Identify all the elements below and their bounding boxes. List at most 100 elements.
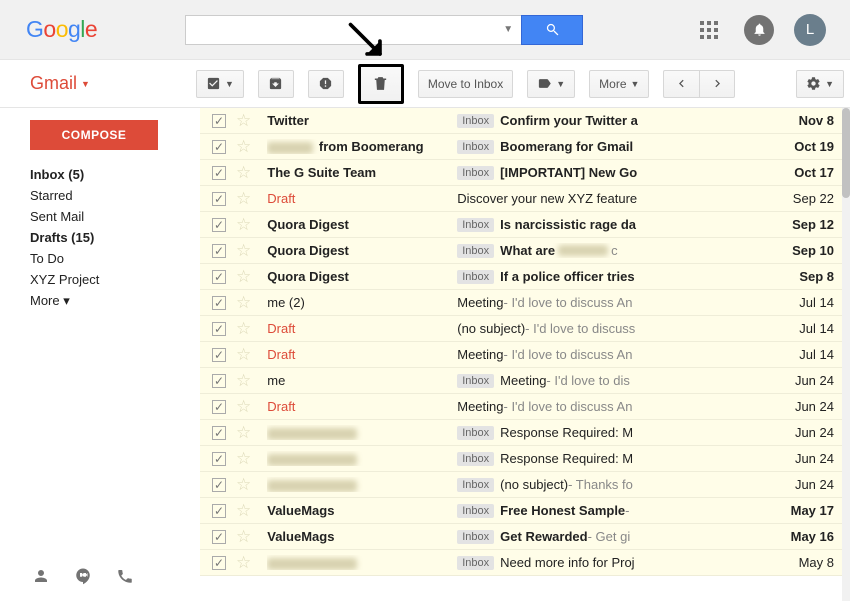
mail-row[interactable]: ✓☆InboxNeed more info for ProjMay 8 bbox=[200, 550, 850, 576]
phone-icon[interactable] bbox=[116, 567, 134, 585]
star-icon[interactable]: ☆ bbox=[236, 397, 251, 417]
row-checkbox[interactable]: ✓ bbox=[212, 270, 226, 284]
row-checkbox[interactable]: ✓ bbox=[212, 192, 226, 206]
star-icon[interactable]: ☆ bbox=[236, 501, 251, 521]
row-checkbox[interactable]: ✓ bbox=[212, 556, 226, 570]
star-icon[interactable]: ☆ bbox=[236, 553, 251, 573]
mail-row[interactable]: ✓☆DraftDiscover your new XYZ featureSep … bbox=[200, 186, 850, 212]
star-icon[interactable]: ☆ bbox=[236, 163, 251, 183]
star-icon[interactable]: ☆ bbox=[236, 137, 251, 157]
sidebar-item-2[interactable]: Sent Mail bbox=[30, 206, 200, 227]
star-icon[interactable]: ☆ bbox=[236, 293, 251, 313]
mail-row[interactable]: ✓☆TwitterInboxConfirm your Twitter aNov … bbox=[200, 108, 850, 134]
mail-row[interactable]: ✓☆ValueMagsInboxFree Honest Sample -May … bbox=[200, 498, 850, 524]
row-checkbox[interactable]: ✓ bbox=[212, 140, 226, 154]
mail-row[interactable]: ✓☆DraftMeeting - I'd love to discuss AnJ… bbox=[200, 394, 850, 420]
mail-row[interactable]: ✓☆Inbox(no subject) - Thanks foJun 24 bbox=[200, 472, 850, 498]
row-sender: me (2) bbox=[267, 295, 457, 310]
row-checkbox[interactable]: ✓ bbox=[212, 296, 226, 310]
settings-button[interactable]: ▼ bbox=[796, 70, 844, 98]
person-icon[interactable] bbox=[32, 567, 50, 585]
mail-row[interactable]: ✓☆InboxResponse Required: MJun 24 bbox=[200, 420, 850, 446]
more-label: More bbox=[599, 77, 626, 91]
compose-button[interactable]: COMPOSE bbox=[30, 120, 158, 150]
row-checkbox[interactable]: ✓ bbox=[212, 348, 226, 362]
report-spam-button[interactable] bbox=[308, 70, 344, 98]
newer-button[interactable] bbox=[663, 70, 699, 98]
row-sender bbox=[267, 451, 457, 466]
scrollbar-thumb[interactable] bbox=[842, 108, 850, 198]
star-icon[interactable]: ☆ bbox=[236, 241, 251, 261]
star-icon[interactable]: ☆ bbox=[236, 267, 251, 287]
star-icon[interactable]: ☆ bbox=[236, 111, 251, 131]
star-icon[interactable]: ☆ bbox=[236, 345, 251, 365]
row-checkbox[interactable]: ✓ bbox=[212, 244, 226, 258]
search-wrap: ▼ bbox=[185, 15, 583, 45]
apps-icon[interactable] bbox=[700, 21, 718, 39]
scrollbar-track[interactable] bbox=[842, 108, 850, 601]
mail-row[interactable]: ✓☆Quora DigestInboxWhat are cSep 10 bbox=[200, 238, 850, 264]
mail-row[interactable]: ✓☆me (2)Meeting - I'd love to discuss An… bbox=[200, 290, 850, 316]
star-icon[interactable]: ☆ bbox=[236, 449, 251, 469]
row-subject-wrap: Discover your new XYZ feature bbox=[457, 191, 784, 206]
sidebar-item-1[interactable]: Starred bbox=[30, 185, 200, 206]
row-checkbox[interactable]: ✓ bbox=[212, 114, 226, 128]
google-logo[interactable]: Google bbox=[26, 16, 97, 43]
star-icon[interactable]: ☆ bbox=[236, 423, 251, 443]
star-icon[interactable]: ☆ bbox=[236, 371, 251, 391]
mail-row[interactable]: ✓☆ValueMagsInboxGet Rewarded - Get giMay… bbox=[200, 524, 850, 550]
account-avatar[interactable]: L bbox=[794, 14, 826, 46]
row-subject-wrap: InboxNeed more info for Proj bbox=[457, 555, 784, 570]
notifications-button[interactable] bbox=[744, 15, 774, 45]
mail-row[interactable]: ✓☆ from BoomerangInboxBoomerang for Gmai… bbox=[200, 134, 850, 160]
mail-row[interactable]: ✓☆The G Suite TeamInbox[IMPORTANT] New G… bbox=[200, 160, 850, 186]
mail-row[interactable]: ✓☆Draft(no subject) - I'd love to discus… bbox=[200, 316, 850, 342]
search-input[interactable] bbox=[185, 15, 495, 45]
row-sender: Draft bbox=[267, 347, 457, 362]
spam-icon bbox=[318, 76, 333, 91]
gmail-brand[interactable]: Gmail ▼ bbox=[30, 73, 90, 94]
row-checkbox[interactable]: ✓ bbox=[212, 530, 226, 544]
older-button[interactable] bbox=[699, 70, 735, 98]
hangouts-icon[interactable] bbox=[74, 567, 92, 585]
delete-button[interactable] bbox=[358, 64, 404, 104]
row-date: Sep 10 bbox=[784, 243, 850, 258]
sidebar-item-6[interactable]: More ▾ bbox=[30, 290, 200, 312]
archive-button[interactable] bbox=[258, 70, 294, 98]
row-sender bbox=[267, 555, 457, 570]
star-icon[interactable]: ☆ bbox=[236, 527, 251, 547]
search-options-dropdown[interactable]: ▼ bbox=[495, 15, 521, 45]
row-checkbox[interactable]: ✓ bbox=[212, 452, 226, 466]
row-checkbox[interactable]: ✓ bbox=[212, 504, 226, 518]
row-subject-wrap: Inbox(no subject) - Thanks fo bbox=[457, 477, 784, 492]
row-checkbox[interactable]: ✓ bbox=[212, 218, 226, 232]
move-to-inbox-button[interactable]: Move to Inbox bbox=[418, 70, 513, 98]
row-date: Sep 22 bbox=[784, 191, 850, 206]
star-icon[interactable]: ☆ bbox=[236, 215, 251, 235]
select-all-button[interactable]: ▼ bbox=[196, 70, 244, 98]
sidebar-item-3[interactable]: Drafts (15) bbox=[30, 227, 200, 248]
mail-row[interactable]: ✓☆InboxResponse Required: MJun 24 bbox=[200, 446, 850, 472]
mail-row[interactable]: ✓☆Quora DigestInboxIf a police officer t… bbox=[200, 264, 850, 290]
search-button[interactable] bbox=[521, 15, 583, 45]
star-icon[interactable]: ☆ bbox=[236, 189, 251, 209]
row-checkbox[interactable]: ✓ bbox=[212, 478, 226, 492]
row-checkbox[interactable]: ✓ bbox=[212, 166, 226, 180]
more-button[interactable]: More ▼ bbox=[589, 70, 649, 98]
sidebar-item-4[interactable]: To Do bbox=[30, 248, 200, 269]
sidebar-item-5[interactable]: XYZ Project bbox=[30, 269, 200, 290]
row-checkbox[interactable]: ✓ bbox=[212, 374, 226, 388]
row-checkbox[interactable]: ✓ bbox=[212, 322, 226, 336]
row-checkbox[interactable]: ✓ bbox=[212, 400, 226, 414]
mail-row[interactable]: ✓☆DraftMeeting - I'd love to discuss AnJ… bbox=[200, 342, 850, 368]
mail-row[interactable]: ✓☆Quora DigestInboxIs narcissistic rage … bbox=[200, 212, 850, 238]
star-icon[interactable]: ☆ bbox=[236, 319, 251, 339]
row-checkbox[interactable]: ✓ bbox=[212, 426, 226, 440]
chevron-left-icon bbox=[674, 76, 689, 91]
sidebar-item-0[interactable]: Inbox (5) bbox=[30, 164, 200, 185]
inbox-tag: Inbox bbox=[457, 478, 494, 492]
star-icon[interactable]: ☆ bbox=[236, 475, 251, 495]
labels-button[interactable]: ▼ bbox=[527, 70, 575, 98]
row-date: Jul 14 bbox=[784, 347, 850, 362]
mail-row[interactable]: ✓☆meInboxMeeting - I'd love to disJun 24 bbox=[200, 368, 850, 394]
